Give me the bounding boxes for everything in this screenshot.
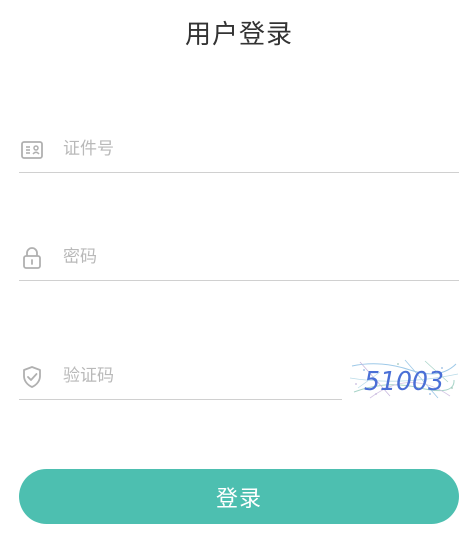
login-button[interactable]: 登录 [19, 469, 459, 524]
captcha-input[interactable] [63, 360, 336, 392]
captcha-image[interactable]: 51003 [349, 358, 459, 400]
captcha-field [19, 356, 342, 400]
login-page: 用户登录 证件号 验证码 51003 登录 [0, 0, 468, 547]
shield-check-icon [19, 364, 45, 390]
id-number-input[interactable] [63, 133, 453, 165]
id-number-field [19, 129, 459, 173]
password-field [19, 237, 459, 281]
id-card-icon [19, 137, 45, 163]
page-title: 用户登录 [184, 20, 293, 50]
password-input[interactable] [63, 241, 453, 273]
captcha-text: 51003 [364, 367, 444, 397]
lock-icon [19, 245, 45, 271]
